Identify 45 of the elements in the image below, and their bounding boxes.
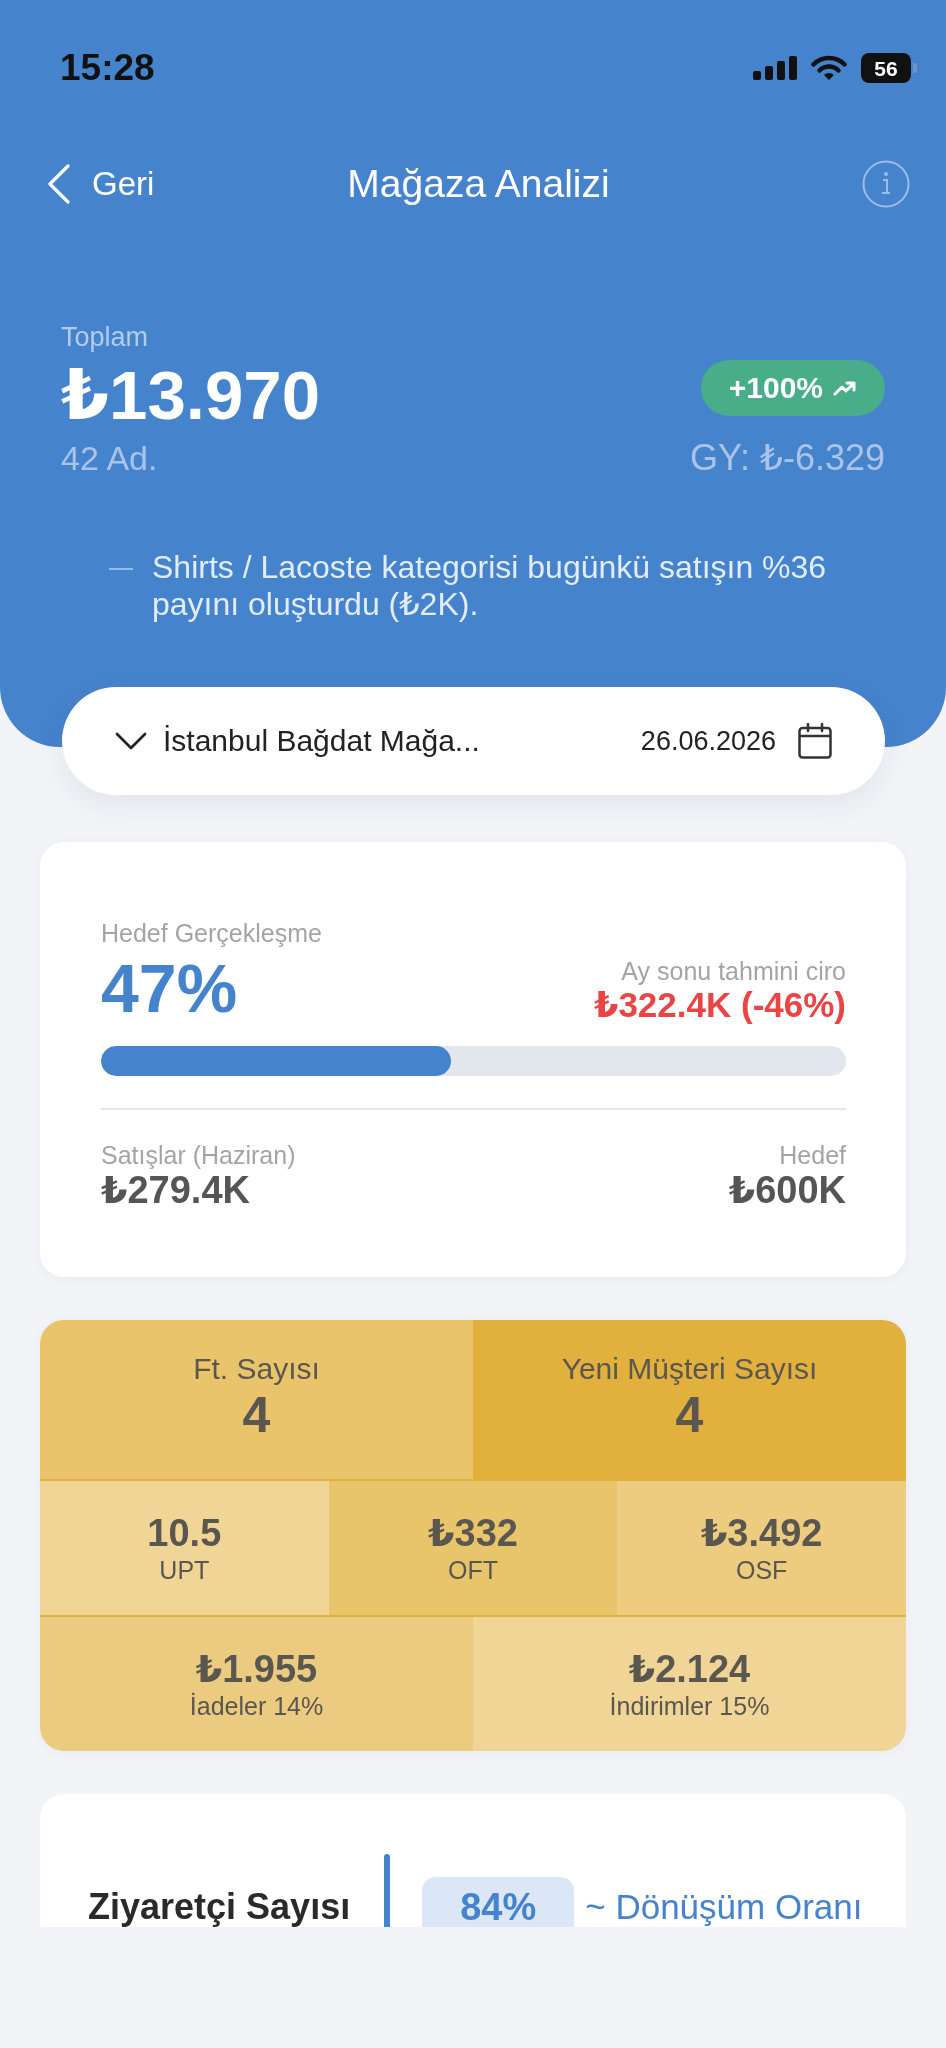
trend-up-icon — [833, 379, 857, 397]
metric-label: Ft. Sayısı — [193, 1351, 320, 1387]
visitor-count-label: Ziyaretçi Sayısı — [88, 1887, 351, 1927]
wifi-icon — [811, 55, 847, 81]
store-dropdown[interactable]: İstanbul Bağdat Mağa... — [115, 723, 480, 759]
metric-label: UPT — [159, 1555, 210, 1585]
chevron-left-icon — [47, 164, 71, 204]
info-icon[interactable] — [862, 160, 910, 208]
goal-label: Hedef — [779, 1140, 846, 1170]
metric-label: Yeni Müşteri Sayısı — [561, 1351, 818, 1387]
quantity-text: 42 Ad. — [61, 438, 159, 478]
page-title: Mağaza Analizi — [347, 161, 610, 207]
sales-label: Satışlar (Haziran) — [101, 1140, 296, 1170]
metric-value: 10.5 — [147, 1511, 222, 1555]
target-percent: 47% — [101, 952, 239, 1024]
metric-value: ₺1.955 — [195, 1647, 318, 1691]
forecast-value: ₺322.4K (-46%) — [594, 986, 846, 1024]
total-amount: ₺13.970 — [61, 356, 321, 436]
metric-label: OSF — [735, 1555, 788, 1585]
total-label: Toplam — [61, 321, 150, 354]
calendar-icon — [798, 723, 832, 759]
conversion-rate-label: ~ Dönüşüm Oranı — [585, 1887, 863, 1927]
conversion-rate-value: 84% — [422, 1877, 575, 1927]
date-picker[interactable]: 26.06.2026 — [640, 723, 832, 759]
signal-icon — [753, 56, 797, 80]
insight-text: Shirts / Lacoste kategorisi bugünkü satışın %36 payını oluşturdu (₺2K). — [152, 549, 828, 623]
metric-label: OFT — [448, 1555, 498, 1585]
back-button[interactable]: Geri — [47, 164, 155, 204]
status-time: 15:28 — [60, 48, 155, 88]
metric-value: ₺3.492 — [700, 1511, 823, 1555]
dash-icon — [109, 568, 133, 570]
metric-value: ₺332 — [428, 1511, 518, 1555]
goal-value: ₺600K — [728, 1170, 846, 1210]
metric-value: 4 — [675, 1387, 704, 1443]
metric-value: ₺2.124 — [628, 1647, 751, 1691]
metric-value: 4 — [242, 1387, 271, 1443]
target-label: Hedef Gerçekleşme — [101, 918, 322, 948]
change-percent: +100% — [728, 371, 823, 405]
sales-value: ₺279.4K — [101, 1170, 251, 1210]
forecast-label: Ay sonu tahmini ciro — [621, 956, 846, 986]
chevron-down-icon — [115, 732, 147, 750]
battery-indicator: 56 — [861, 53, 917, 83]
previous-year-value: GY: ₺-6.329 — [690, 436, 885, 480]
metric-label: İndirimler 15% — [609, 1691, 770, 1721]
metric-label: İadeler 14% — [189, 1691, 324, 1721]
